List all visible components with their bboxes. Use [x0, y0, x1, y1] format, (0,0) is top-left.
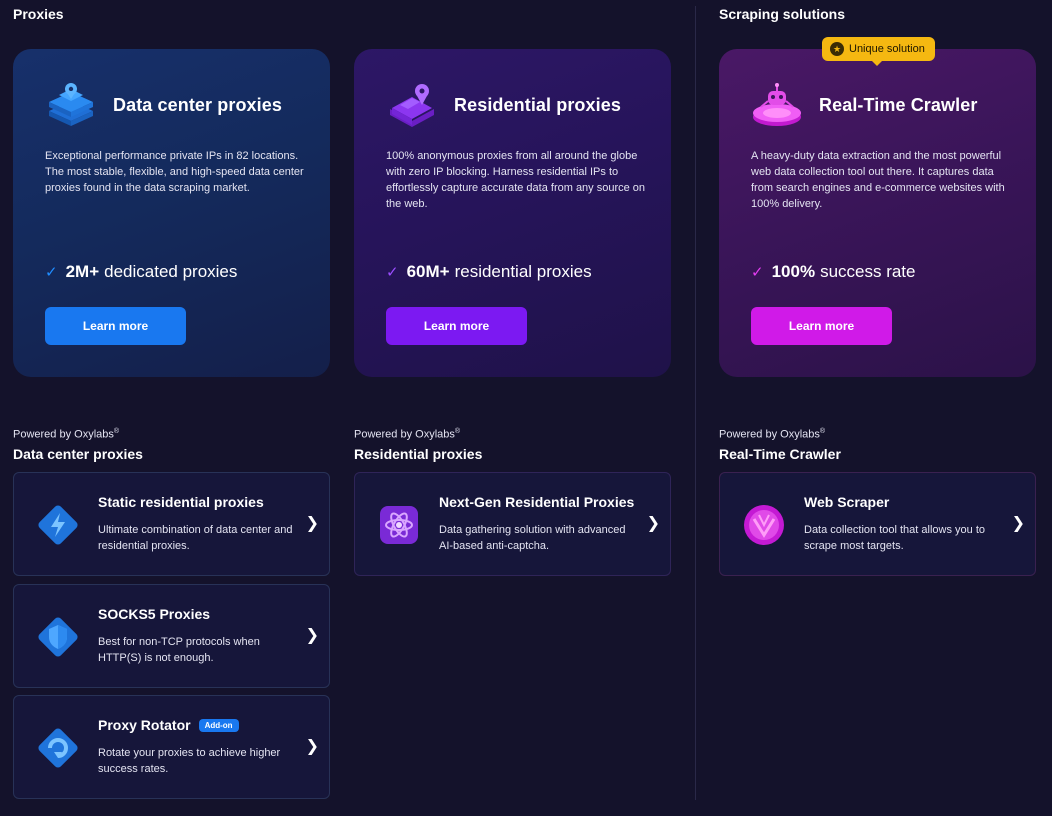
card-title: Real-Time Crawler	[819, 94, 978, 115]
item-title: Next-Gen Residential Proxies	[439, 494, 635, 510]
server-stack-icon	[45, 81, 97, 129]
item-description: Data collection tool that allows you to …	[804, 524, 985, 552]
stat-label: dedicated proxies	[104, 262, 238, 281]
star-icon: ★	[830, 42, 844, 56]
check-icon: ✓	[45, 264, 58, 281]
stat-label: success rate	[820, 262, 916, 281]
card-description: A heavy-duty data extraction and the mos…	[751, 150, 1005, 210]
list-item-next-gen-residential[interactable]: Next-Gen Residential Proxies Data gather…	[354, 472, 671, 576]
badge-label: Unique solution	[849, 43, 925, 55]
item-description: Data gathering solution with advanced AI…	[439, 524, 626, 552]
add-on-badge: Add-on	[198, 718, 239, 732]
house-pin-icon	[386, 81, 438, 129]
section-title-scraping: Scraping solutions	[719, 6, 846, 22]
card-stat: ✓ 100% success rate	[751, 262, 916, 282]
subsection-title: Residential proxies	[354, 446, 483, 462]
learn-more-button[interactable]: Learn more	[45, 307, 186, 345]
card-residential-proxies: Residential proxies 100% anonymous proxi…	[354, 49, 671, 377]
list-item-static-residential[interactable]: Static residential proxies Ultimate comb…	[13, 472, 330, 576]
card-description: Exceptional performance private IPs in 8…	[45, 150, 304, 194]
learn-more-button[interactable]: Learn more	[751, 307, 892, 345]
card-description: 100% anonymous proxies from all around t…	[386, 150, 646, 210]
list-item-proxy-rotator[interactable]: Proxy Rotator Add-on Rotate your proxies…	[13, 695, 330, 799]
item-title: SOCKS5 Proxies	[98, 606, 211, 622]
subsection-title: Data center proxies	[13, 446, 143, 462]
powered-by-label: Powered by Oxylabs®	[13, 428, 120, 441]
shield-diamond-icon	[34, 613, 82, 661]
stat-value: 2M+	[65, 262, 100, 281]
section-title-proxies: Proxies	[13, 6, 64, 22]
chevron-right-icon: ❯	[305, 515, 319, 532]
robot-platform-icon	[751, 81, 803, 129]
learn-more-button[interactable]: Learn more	[386, 307, 527, 345]
item-description: Best for non-TCP protocols when HTTP(S) …	[98, 636, 260, 664]
card-data-center-proxies: Data center proxies Exceptional performa…	[13, 49, 330, 377]
item-title-text: Proxy Rotator	[98, 717, 191, 733]
list-item-web-scraper[interactable]: Web Scraper Data collection tool that al…	[719, 472, 1036, 576]
rotate-diamond-icon	[34, 724, 82, 772]
item-title: Proxy Rotator Add-on	[98, 717, 239, 733]
chevron-right-icon: ❯	[305, 738, 319, 755]
atom-icon	[375, 501, 423, 549]
item-title: Static residential proxies	[98, 494, 264, 510]
card-stat: ✓ 60M+ residential proxies	[386, 262, 592, 282]
powered-by-label: Powered by Oxylabs®	[354, 428, 461, 441]
unique-solution-badge: ★ Unique solution	[822, 37, 935, 66]
subsection-title: Real-Time Crawler	[719, 446, 841, 462]
spider-web-icon	[740, 501, 788, 549]
chevron-right-icon: ❯	[1011, 515, 1025, 532]
stat-value: 100%	[771, 262, 816, 281]
item-description: Rotate your proxies to achieve higher su…	[98, 747, 281, 775]
chevron-right-icon: ❯	[646, 515, 660, 532]
stat-value: 60M+	[406, 262, 450, 281]
item-title: Web Scraper	[804, 494, 890, 510]
lightning-diamond-icon	[34, 501, 82, 549]
powered-by-label: Powered by Oxylabs®	[719, 428, 826, 441]
chevron-right-icon: ❯	[305, 627, 319, 644]
card-title: Residential proxies	[454, 94, 621, 115]
check-icon: ✓	[751, 264, 764, 281]
stat-label: residential proxies	[454, 262, 592, 281]
card-title: Data center proxies	[113, 94, 282, 115]
item-description: Ultimate combination of data center and …	[98, 524, 293, 552]
list-item-socks5[interactable]: SOCKS5 Proxies Best for non-TCP protocol…	[13, 584, 330, 688]
card-real-time-crawler: Real-Time Crawler A heavy-duty data extr…	[719, 49, 1036, 377]
card-stat: ✓ 2M+ dedicated proxies	[45, 262, 237, 282]
column-divider	[695, 6, 696, 800]
check-icon: ✓	[386, 264, 399, 281]
